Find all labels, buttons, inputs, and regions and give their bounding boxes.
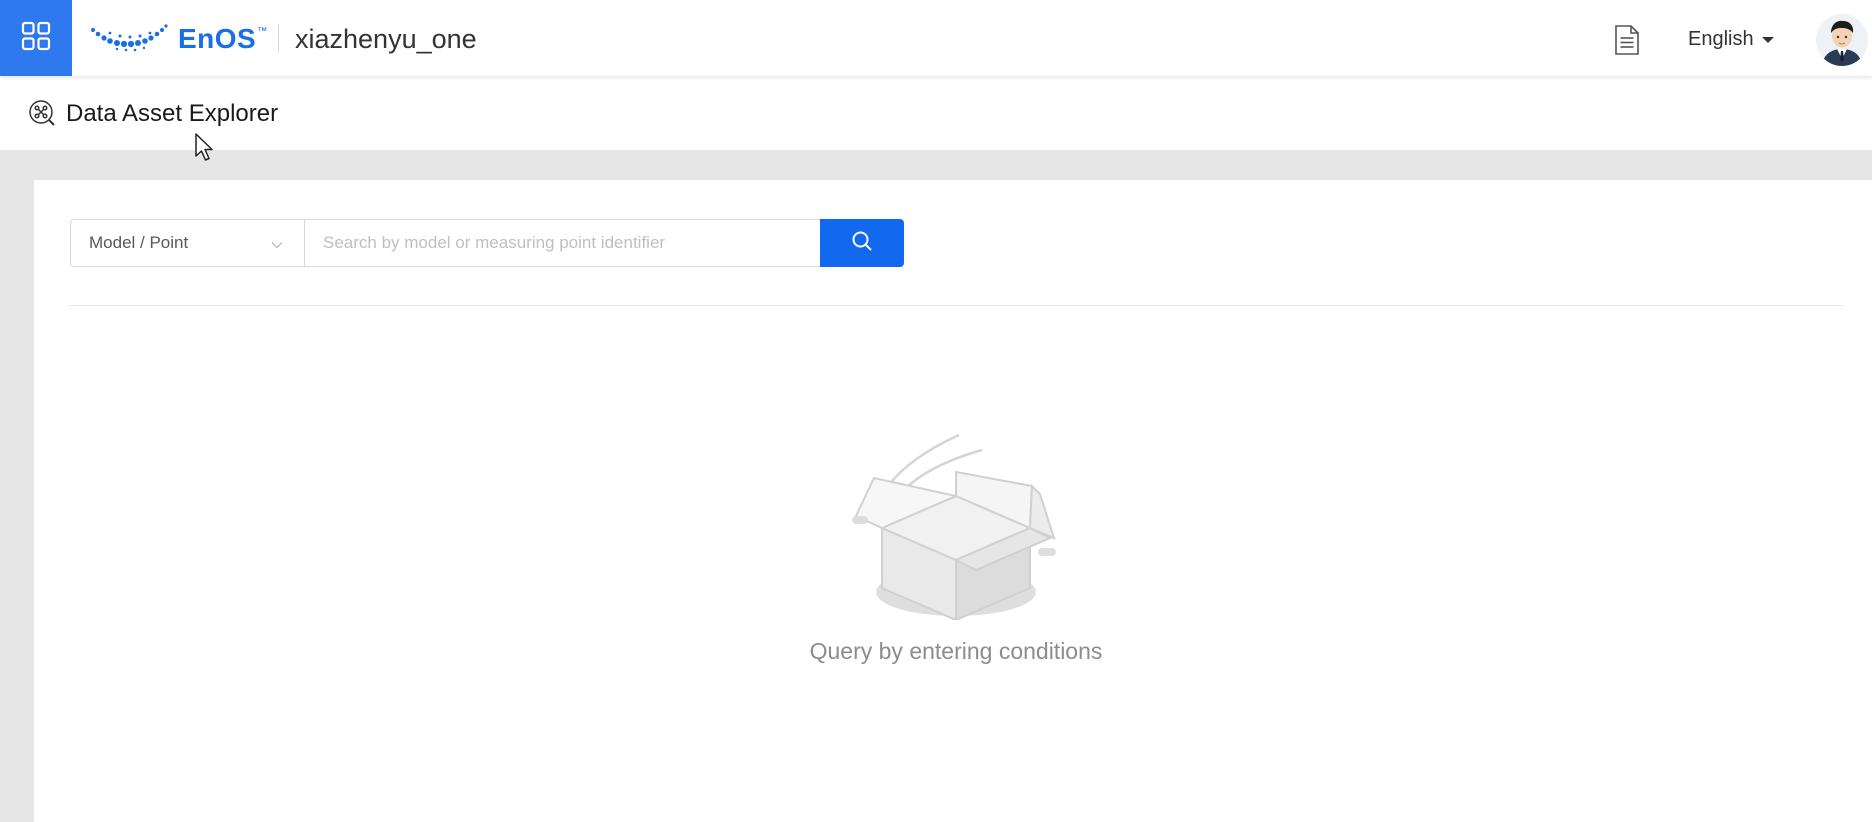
header-divider [278, 24, 279, 52]
search-button[interactable] [820, 219, 904, 267]
search-type-select[interactable]: Model / Point [70, 219, 304, 267]
page-title: Data Asset Explorer [66, 100, 279, 127]
data-explorer-icon [28, 99, 56, 127]
empty-box-icon [844, 430, 1068, 622]
caret-down-icon [1761, 37, 1774, 43]
enos-logo[interactable]: EnOS™ [90, 22, 268, 56]
logo-wordmark: EnOS™ [178, 23, 268, 54]
search-type-value: Model / Point [89, 233, 189, 252]
search-icon [851, 230, 873, 257]
app-menu-button[interactable] [0, 0, 72, 76]
document-icon [1612, 25, 1642, 60]
organization-name[interactable]: xiazhenyu_one [295, 22, 477, 56]
top-navigation-bar: EnOS™ xiazhenyu_one English [0, 0, 1872, 76]
page-header [0, 76, 1872, 150]
grid-icon [21, 21, 51, 56]
language-selector[interactable]: English [1688, 26, 1774, 52]
user-avatar[interactable] [1816, 14, 1868, 66]
section-divider [68, 305, 1844, 306]
language-label: English [1688, 28, 1754, 50]
mouse-cursor-icon [194, 132, 216, 162]
empty-state-message: Query by entering conditions [809, 638, 1103, 664]
documentation-button[interactable] [1612, 24, 1642, 56]
search-bar: Model / Point [70, 219, 904, 267]
logo-dots-icon [90, 22, 170, 57]
search-input[interactable] [304, 219, 820, 267]
chevron-down-icon [270, 237, 284, 257]
